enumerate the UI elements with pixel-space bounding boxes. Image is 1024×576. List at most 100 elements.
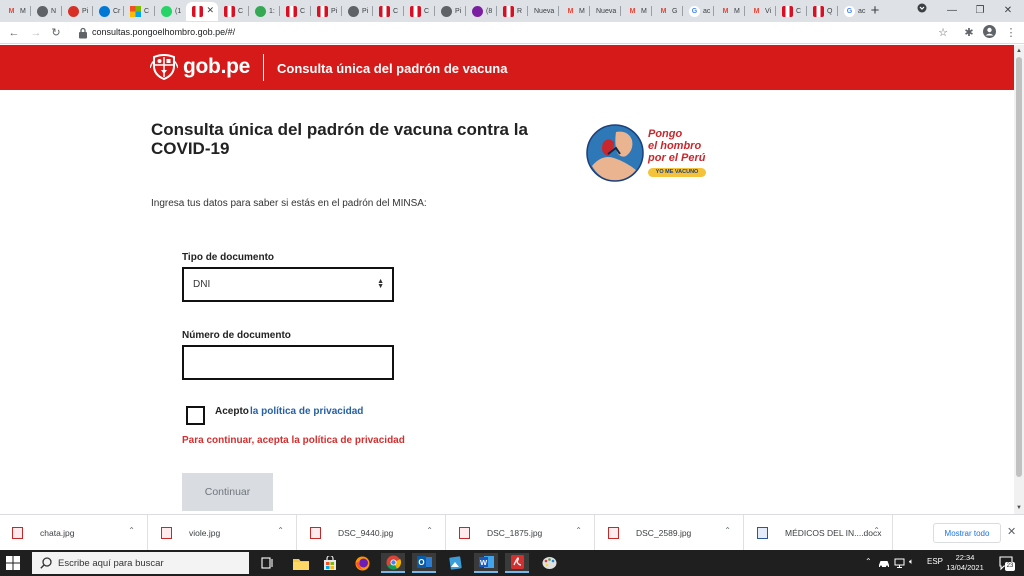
browser-tab[interactable]: Pi [311,2,342,21]
back-arrow-icon[interactable]: ← [6,25,22,41]
taskbar-clock[interactable]: 22:34 13/04/2021 [945,553,985,573]
firefox-icon[interactable] [350,553,374,573]
windows-start-icon[interactable] [6,556,20,570]
scroll-up-arrow-icon[interactable]: ▲ [1015,47,1023,55]
browser-tab-label: Pi [362,8,369,15]
store-bag-icon[interactable] [318,553,342,573]
browser-tab[interactable]: M Vi [745,2,776,21]
browser-tab[interactable]: C [218,2,249,21]
acrobat-icon[interactable] [505,553,529,573]
browser-tab[interactable]: C [776,2,807,21]
download-item[interactable]: DSC_2589.jpg ⌃ [596,515,744,551]
action-center-icon[interactable]: 23 [998,555,1015,571]
browser-tab[interactable]: C [404,2,435,21]
browser-tab[interactable]: (8 [466,2,497,21]
campaign-logo: Pongo el hombro por el Perú YO ME VACUNO [586,124,716,184]
profile-avatar-icon[interactable] [981,25,997,41]
browser-tab[interactable]: MM [621,2,652,21]
browser-tab[interactable]: Pi [435,2,466,21]
globe-icon [348,6,359,17]
download-item[interactable]: viole.jpg ⌃ [149,515,297,551]
menu-kebab-icon[interactable]: ⋮ [1003,25,1019,41]
browser-tab[interactable]: Cr [93,2,124,21]
download-options-chevron-icon[interactable]: ⌃ [277,526,284,535]
restore-window-button[interactable]: ❐ [968,2,992,20]
browser-tab[interactable]: C [373,2,404,21]
google-icon: G [689,6,700,17]
browser-tab[interactable]: C [280,2,311,21]
browser-tab[interactable]: Nueva [528,2,559,21]
browser-tab[interactable]: (1 [155,2,186,21]
task-view-icon[interactable] [255,553,279,573]
privacy-checkbox[interactable] [186,406,205,425]
browser-tab[interactable]: Q [807,2,838,21]
download-item[interactable]: DSC_1875.jpg ⌃ [447,515,595,551]
doc-type-select[interactable]: DNI ▲ ▼ [182,267,394,302]
photos-app-icon[interactable] [443,553,467,573]
privacy-policy-link[interactable]: la política de privacidad [250,406,363,417]
doc-type-label: Tipo de documento [182,252,275,263]
extensions-puzzle-icon[interactable]: ✱ [961,25,977,41]
download-item[interactable]: DSC_9440.jpg ⌃ [298,515,446,551]
gob-pe-logo[interactable]: gob.pe [183,55,250,79]
outlook-icon[interactable]: O [412,553,436,573]
page-scrollbar[interactable]: ▲ ▼ [1014,45,1024,514]
browser-tab[interactable]: C [124,2,155,21]
volume-icon[interactable]: 🔈︎ [909,557,914,567]
scroll-down-arrow-icon[interactable]: ▼ [1015,504,1023,512]
doc-number-input[interactable] [182,345,394,380]
chrome-icon[interactable] [381,553,405,573]
scrollbar-thumb[interactable] [1016,57,1022,477]
browser-tab[interactable]: MG [652,2,683,21]
browser-tab[interactable]: Pi [342,2,373,21]
download-item[interactable]: MÉDICOS DEL IN....docx ⌃ [745,515,893,551]
browser-tab[interactable]: Pi [62,2,93,21]
download-options-chevron-icon[interactable]: ⌃ [873,526,880,535]
browser-tab-label: Vi [765,8,772,15]
notification-count-badge: 23 [1005,562,1015,571]
download-options-chevron-icon[interactable]: ⌃ [724,526,731,535]
browser-tab[interactable]: Gac [838,2,869,21]
minimize-window-button[interactable]: — [940,2,964,20]
reload-icon[interactable]: ↻ [48,25,64,41]
browser-tab[interactable]: R [497,2,528,21]
close-downloads-icon[interactable]: ✕ [1007,525,1016,538]
show-all-downloads-button[interactable]: Mostrar todo [933,523,1001,543]
tab-search-icon[interactable] [910,2,934,20]
browser-tab[interactable]: 1: [249,2,280,21]
browser-tab-label: R [517,8,523,15]
browser-tab[interactable]: ✕ [186,2,218,21]
browser-tab[interactable]: MM [714,2,745,21]
forward-arrow-icon[interactable]: → [28,25,44,41]
download-options-chevron-icon[interactable]: ⌃ [575,526,582,535]
campaign-text-line1: Pongo [648,128,683,140]
language-indicator[interactable]: ESP [927,557,943,566]
peru-flag-icon [379,6,390,17]
browser-tab[interactable]: Gac [683,2,714,21]
campaign-badge: YO ME VACUNO [648,168,706,177]
peru-flag-icon [192,6,203,17]
download-options-chevron-icon[interactable]: ⌃ [426,526,433,535]
taskbar-search[interactable]: Escribe aquí para buscar [32,552,249,574]
validation-error: Para continuar, acepta la política de pr… [182,435,405,446]
close-tab-icon[interactable]: ✕ [206,5,214,16]
network-icon[interactable] [894,558,906,568]
download-item[interactable]: chata.jpg ⌃ [0,515,148,551]
word-icon[interactable]: W [474,553,498,573]
svg-text:O: O [418,558,424,567]
close-window-button[interactable]: ✕ [996,2,1020,20]
browser-tab[interactable]: Nueva [590,2,621,21]
browser-tab[interactable]: MM [0,2,31,21]
download-filename: DSC_2589.jpg [636,528,692,538]
file-explorer-icon[interactable] [289,553,313,573]
paint-palette-icon[interactable] [537,553,561,573]
continue-button[interactable]: Continuar [182,473,273,511]
download-options-chevron-icon[interactable]: ⌃ [128,526,135,535]
gmail-icon: M [567,8,574,15]
address-bar[interactable]: consultas.pongoelhombro.gob.pe/#/ [70,24,960,42]
car-app-tray-icon[interactable] [878,558,890,568]
show-hidden-icons-chevron[interactable]: ⌃ [865,557,872,566]
bookmark-star-icon[interactable]: ☆ [935,25,951,41]
browser-tab[interactable]: N [31,2,62,21]
browser-tab[interactable]: MM [559,2,590,21]
